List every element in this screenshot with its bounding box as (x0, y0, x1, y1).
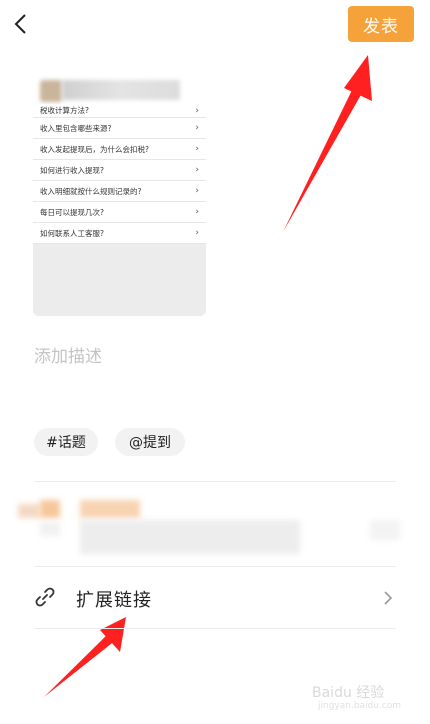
chevron-right-icon: › (195, 144, 199, 154)
chevron-right-icon: › (195, 105, 199, 116)
mention-button[interactable]: @提到 (115, 428, 185, 456)
blurred-content (18, 504, 40, 518)
list-item-label: 收入里包含哪些来源? (40, 123, 112, 133)
chevron-right-icon: › (195, 165, 199, 175)
image-preview[interactable]: 税收计算方法? › 收入里包含哪些来源? › 收入发起提现后，为什么会扣税? ›… (33, 104, 206, 316)
avatar (40, 80, 62, 102)
preview-faq-list: 税收计算方法? › 收入里包含哪些来源? › 收入发起提现后，为什么会扣税? ›… (33, 104, 206, 244)
chevron-left-icon (14, 14, 26, 34)
list-item-label: 税收计算方法? (40, 106, 89, 115)
topic-tag-button[interactable]: #话题 (34, 428, 98, 456)
watermark-url: jingyan.baidu.com (318, 701, 402, 711)
blurred-content (370, 520, 400, 540)
chevron-right-icon: › (195, 228, 199, 238)
chevron-right-icon (382, 588, 394, 608)
divider (34, 481, 396, 482)
list-item: 收入明细就按什么规则记录的? › (33, 181, 206, 202)
blurred-content (80, 520, 300, 554)
description-input[interactable]: 添加描述 (34, 342, 102, 367)
divider (34, 566, 396, 567)
list-item-label: 如何进行收入提现? (40, 165, 104, 175)
list-item: 如何进行收入提现? › (33, 160, 206, 181)
blurred-content (40, 522, 60, 536)
list-item: 收入发起提现后，为什么会扣税? › (33, 139, 206, 160)
list-item-label: 每日可以提现几次? (40, 207, 104, 217)
extend-link-label: 扩展链接 (76, 590, 152, 611)
list-item: 每日可以提现几次? › (33, 202, 206, 223)
chevron-right-icon: › (195, 123, 199, 133)
list-item: 税收计算方法? › (33, 104, 206, 118)
link-icon (34, 586, 56, 608)
list-item-label: 收入发起提现后，为什么会扣税? (40, 144, 149, 154)
list-item-label: 收入明细就按什么规则记录的? (40, 186, 142, 196)
preview-title-blurred (62, 80, 180, 100)
watermark: Baidu 经验 (312, 685, 385, 701)
list-item: 收入里包含哪些来源? › (33, 118, 206, 139)
blurred-content (40, 500, 60, 518)
list-item-label: 如何联系人工客服? (40, 228, 104, 238)
list-item: 如何联系人工客服? › (33, 223, 206, 244)
blurred-content (80, 500, 140, 518)
divider (34, 628, 396, 629)
back-button[interactable] (10, 10, 32, 38)
chevron-right-icon: › (195, 207, 199, 217)
chevron-right-icon: › (195, 186, 199, 196)
publish-button[interactable]: 发表 (348, 6, 414, 42)
